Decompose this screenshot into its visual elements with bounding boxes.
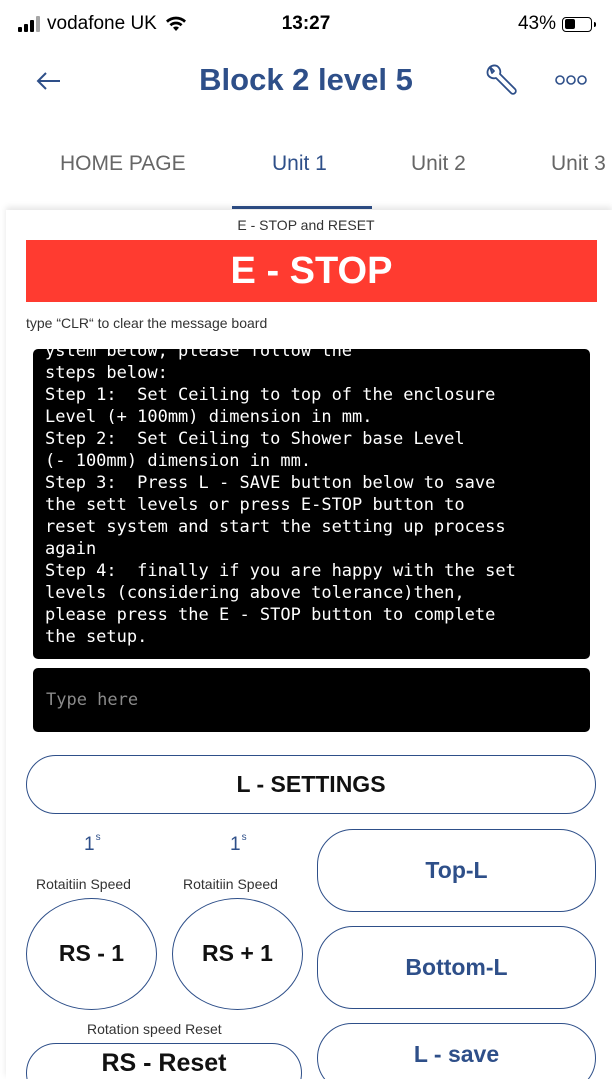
- message-input[interactable]: [33, 668, 590, 732]
- message-board[interactable]: ystem below, please follow the steps bel…: [33, 349, 590, 659]
- status-right: 43%: [517, 13, 596, 35]
- bottom-l-button[interactable]: Bottom-L: [317, 926, 596, 1009]
- rotation-reset-label: Rotation speed Reset: [87, 1021, 222, 1037]
- rs-plus-button[interactable]: RS + 1: [172, 898, 303, 1010]
- status-bar: vodafone UK 13:27 43%: [0, 0, 612, 50]
- settings-button[interactable]: [482, 61, 520, 99]
- tab-home-page[interactable]: HOME PAGE: [60, 152, 186, 176]
- tab-unit-1[interactable]: Unit 1: [272, 152, 327, 176]
- l-settings-button[interactable]: L - SETTINGS: [26, 755, 596, 814]
- rs-reset-button[interactable]: RS - Reset: [26, 1043, 302, 1079]
- speed-right-value: 1s: [230, 832, 247, 855]
- wrench-icon: [486, 64, 517, 95]
- app-header: Block 2 level 5: [0, 50, 612, 114]
- message-board-text: ystem below, please follow the steps bel…: [45, 349, 516, 647]
- speed-left-label: Rotaitiin Speed: [36, 876, 131, 892]
- more-icon: [555, 75, 587, 85]
- active-tab-indicator: [232, 206, 372, 209]
- top-l-button[interactable]: Top-L: [317, 829, 596, 912]
- tab-unit-2[interactable]: Unit 2: [411, 152, 466, 176]
- message-board-hint: type “CLR“ to clear the message board: [26, 315, 268, 331]
- l-save-button[interactable]: L - save: [317, 1023, 596, 1079]
- unit-tabs: HOME PAGE Unit 1 Unit 2 Unit 3: [0, 140, 612, 210]
- battery-percent: 43%: [517, 13, 556, 34]
- battery-icon: [562, 16, 596, 32]
- speed-right-label: Rotaitiin Speed: [183, 876, 278, 892]
- estop-button[interactable]: E - STOP: [26, 240, 597, 302]
- tab-unit-3[interactable]: Unit 3: [551, 152, 606, 176]
- more-button[interactable]: [553, 70, 589, 90]
- rs-minus-button[interactable]: RS - 1: [26, 898, 157, 1010]
- estop-section-label: E - STOP and RESET: [237, 217, 375, 233]
- battery-fill: [564, 19, 575, 29]
- page-title: Block 2 level 5: [199, 62, 413, 97]
- speed-left-value: 1s: [84, 832, 101, 855]
